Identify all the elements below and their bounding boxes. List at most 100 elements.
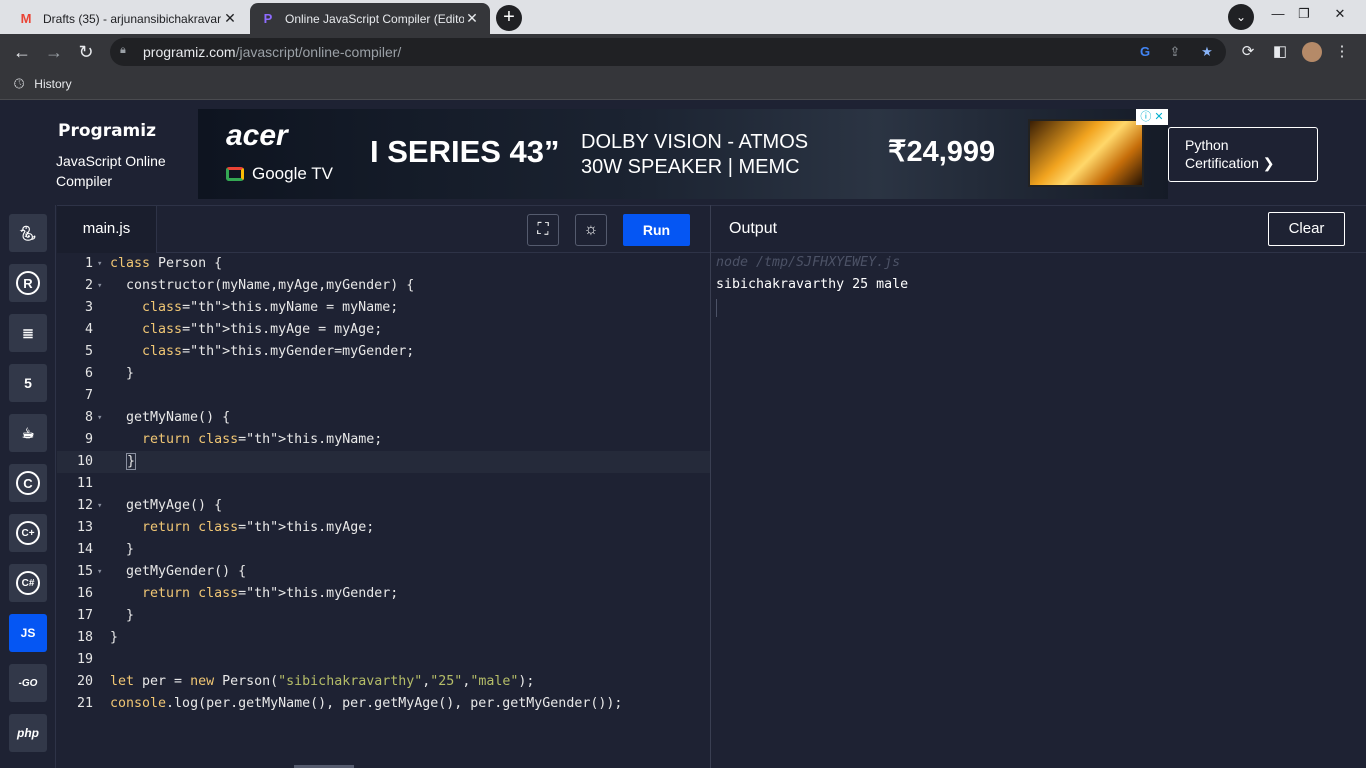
code-text: return class="th">this.myAge; xyxy=(142,520,375,535)
clear-button[interactable]: Clear xyxy=(1268,212,1345,246)
fold-chevron-icon[interactable]: ▾ xyxy=(97,253,102,275)
code-line[interactable]: 15 ▾ getMyGender() { xyxy=(57,561,710,583)
line-number: 17 xyxy=(76,608,93,623)
menu-icon[interactable]: ⋮ xyxy=(1330,40,1354,64)
code-text: getMyGender() { xyxy=(110,564,247,579)
back-icon[interactable]: ← xyxy=(10,40,34,64)
window-close-icon[interactable]: ✕ xyxy=(1320,0,1360,30)
code-text: getMyName() { xyxy=(110,410,231,425)
code-line[interactable]: 14 } xyxy=(57,539,710,561)
code-text: return class="th">this.myName; xyxy=(142,432,383,447)
code-editor[interactable]: 1 ▾ class Person {2 ▾ constructor(myName,my… xyxy=(57,253,710,768)
fullscreen-icon[interactable]: ⛶ xyxy=(527,214,559,246)
html5-icon[interactable]: 5 xyxy=(9,364,47,402)
run-button[interactable]: Run xyxy=(623,214,690,246)
r-icon[interactable]: R xyxy=(9,264,47,302)
python-certification-button[interactable]: Python Certification ❯ xyxy=(1168,127,1318,182)
side-panel-icon[interactable]: ◧ xyxy=(1268,40,1292,64)
output-console[interactable]: node /tmp/SJFHXYEWEY.js sibichakravarthy… xyxy=(711,253,1366,768)
code-line[interactable]: 8 ▾ getMyName() { xyxy=(57,407,710,429)
adchoices-icon[interactable]: ⓘ ✕ xyxy=(1136,109,1168,125)
code-line[interactable]: 20 let per = new Person("sibichakravarthy… xyxy=(57,671,710,693)
file-tab-main-js[interactable]: main.js xyxy=(57,206,157,253)
sql-database-icon[interactable]: ≣ xyxy=(9,314,47,352)
code-line[interactable]: 19 xyxy=(57,649,710,671)
c-logo: C xyxy=(16,471,40,495)
forward-icon[interactable]: → xyxy=(42,40,66,64)
fold-chevron-icon[interactable]: ▾ xyxy=(97,275,102,297)
fold-chevron-icon[interactable]: ▾ xyxy=(97,495,102,517)
c-icon[interactable]: C xyxy=(9,464,47,502)
code-line[interactable]: 11 xyxy=(57,473,710,495)
tab-title: Drafts (35) - arjunansibichakravar xyxy=(43,11,222,26)
google-lens-icon[interactable]: G xyxy=(1136,43,1154,61)
code-line[interactable]: 6 } xyxy=(57,363,710,385)
java-icon[interactable]: ☕︎ xyxy=(9,414,47,452)
close-tab-icon[interactable]: ✕ xyxy=(222,10,238,27)
code-line[interactable]: 4 class="th">this.myAge = myAge; xyxy=(57,319,710,341)
code-line[interactable]: 12 ▾ getMyAge() { xyxy=(57,495,710,517)
code-text: class Person { xyxy=(110,256,223,271)
code-text: class="th">this.myAge = myAge; xyxy=(142,322,383,337)
code-line[interactable]: 10 } xyxy=(57,451,710,473)
code-text: return class="th">this.myGender; xyxy=(142,586,399,601)
line-number: 2 xyxy=(84,278,93,293)
bookmark-star-icon[interactable]: ★ xyxy=(1198,43,1216,61)
code-line[interactable]: 2 ▾ constructor(myName,myAge,myGender) { xyxy=(57,275,710,297)
profile-avatar[interactable] xyxy=(1302,42,1322,62)
code-line[interactable]: 17 } xyxy=(57,605,710,627)
code-line[interactable]: 3 class="th">this.myName = myName; xyxy=(57,297,710,319)
bookmark-history[interactable]: 🕓︎ History xyxy=(14,76,72,92)
programiz-logo[interactable]: Programiz xyxy=(58,121,156,141)
line-number: 4 xyxy=(84,322,93,337)
code-line[interactable]: 9 return class="th">this.myName; xyxy=(57,429,710,451)
code-text: getMyAge() { xyxy=(110,498,223,513)
go-icon[interactable]: -GO xyxy=(9,664,47,702)
code-line[interactable]: 1 ▾ class Person { xyxy=(57,253,710,275)
url-host: programiz.com xyxy=(143,44,236,60)
output-result: sibichakravarthy 25 male xyxy=(716,277,909,292)
php-icon[interactable]: php xyxy=(9,714,47,752)
history-icon: 🕓︎ xyxy=(14,76,25,91)
ad-feature-1: DOLBY VISION - ATMOS xyxy=(581,131,809,153)
google-tv-icon xyxy=(226,167,244,181)
code-line[interactable]: 21 console.log(per.getMyName(), per.getMy… xyxy=(57,693,710,715)
output-title: Output xyxy=(729,220,778,237)
javascript-icon[interactable]: JS xyxy=(9,614,47,652)
ad-series: I SERIES 43” xyxy=(370,134,560,169)
line-number: 16 xyxy=(76,586,93,601)
code-line[interactable]: 5 class="th">this.myGender=myGender; xyxy=(57,341,710,363)
tab-gmail-drafts[interactable]: M Drafts (35) - arjunansibichakravar ✕ xyxy=(8,3,248,34)
fold-chevron-icon[interactable]: ▾ xyxy=(97,561,102,583)
tab-title: Online JavaScript Compiler (Edito xyxy=(285,11,464,26)
theme-toggle-icon[interactable]: ☼ xyxy=(575,214,607,246)
r-logo: R xyxy=(16,271,40,295)
code-line[interactable]: 18} xyxy=(57,627,710,649)
code-line[interactable]: 16 return class="th">this.myGender; xyxy=(57,583,710,605)
ad-partner-label: Google TV xyxy=(252,164,333,183)
fold-chevron-icon[interactable]: ▾ xyxy=(97,407,102,429)
url-text: programiz.com/javascript/online-compiler… xyxy=(143,44,401,60)
line-number: 13 xyxy=(76,520,93,535)
address-bar[interactable]: 🔒︎ programiz.com/javascript/online-compi… xyxy=(110,38,1226,66)
code-line[interactable]: 7 xyxy=(57,385,710,407)
bookmark-label: History xyxy=(34,77,72,91)
restore-icon[interactable]: ❐ xyxy=(1284,0,1324,30)
share-icon[interactable]: ⇪ xyxy=(1166,43,1184,61)
close-tab-icon[interactable]: ✕ xyxy=(464,10,480,27)
ad-banner[interactable]: acer Google TV I SERIES 43” DOLBY VISION… xyxy=(198,109,1168,199)
new-tab-button[interactable]: + xyxy=(496,5,522,31)
ad-price: ₹24,999 xyxy=(888,136,996,168)
tab-online-compiler[interactable]: P Online JavaScript Compiler (Edito ✕ xyxy=(250,3,490,34)
code-line[interactable]: 13 return class="th">this.myAge; xyxy=(57,517,710,539)
programiz-icon: P xyxy=(263,11,273,26)
reload-icon[interactable]: ↻ xyxy=(74,40,98,64)
extensions-icon[interactable]: ⟳ xyxy=(1236,40,1260,64)
line-number: 20 xyxy=(76,674,93,689)
csharp-icon[interactable]: C# xyxy=(9,564,47,602)
lock-icon: 🔒︎ xyxy=(120,44,126,56)
cpp-icon[interactable]: C+ xyxy=(9,514,47,552)
tab-search-icon[interactable]: ⌄ xyxy=(1228,4,1254,30)
output-caret xyxy=(716,299,717,317)
python-icon[interactable]: 🐍︎ xyxy=(9,214,47,252)
